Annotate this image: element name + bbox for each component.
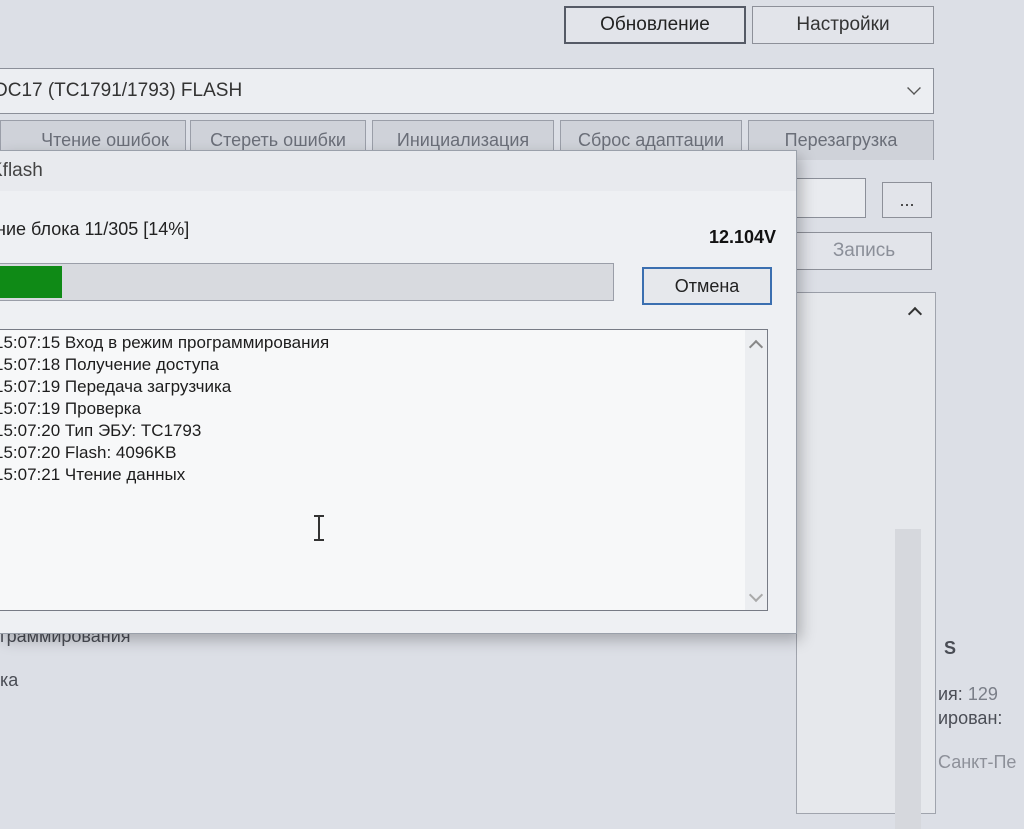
- log-scrollbar[interactable]: [745, 330, 767, 610]
- bg-label: ия:: [938, 684, 963, 704]
- ecu-select[interactable]: DC17 (TC1791/1793) FLASH: [0, 68, 934, 114]
- settings-button[interactable]: Настройки: [752, 6, 934, 44]
- dialog-titlebar[interactable]: Kflash: [0, 151, 796, 191]
- tab-label: Инициализация: [396, 130, 530, 150]
- ecu-select-value: DC17 (TC1791/1793) FLASH: [0, 80, 243, 101]
- chevron-down-icon[interactable]: [748, 587, 764, 603]
- log-line: 15:07:20 Flash: 4096KB: [0, 443, 177, 462]
- bg-text-line: S: [944, 638, 957, 658]
- bg-text-line: ирован:: [938, 708, 1003, 728]
- write-button[interactable]: Запись: [796, 232, 932, 270]
- log-line: 15:07:20 Тип ЭБУ: TC1793: [0, 421, 202, 440]
- update-button[interactable]: Обновление: [564, 6, 746, 44]
- text-cursor-icon: [312, 515, 326, 541]
- voltage-readout: 12.104V: [708, 227, 776, 247]
- log-lines: 15:07:15 Вход в режим программирования 15…: [0, 332, 767, 486]
- tab-label: Стереть ошибки: [210, 130, 346, 150]
- chevron-up-icon[interactable]: [907, 306, 923, 322]
- dialog-title: Kflash: [0, 160, 43, 181]
- chevron-down-icon: [907, 81, 921, 95]
- progress-fill: [0, 266, 62, 298]
- tab-label: Чтение ошибок: [41, 130, 169, 150]
- flash-progress-dialog: Kflash Чтение блока 11/305 [14%] 12.104V…: [0, 150, 797, 634]
- log-line: 15:07:19 Передача загрузчика: [0, 377, 232, 396]
- log-line: 15:07:18 Получение доступа: [0, 355, 220, 374]
- chevron-up-icon[interactable]: [748, 339, 764, 355]
- read-progress-bar: [0, 263, 614, 301]
- log-line: 15:07:19 Проверка: [0, 399, 142, 418]
- info-panel: [796, 292, 936, 829]
- log-output[interactable]: 15:07:15 Вход в режим программирования 15…: [0, 329, 768, 611]
- cancel-button[interactable]: Отмена: [642, 267, 772, 305]
- bg-text-line: ия: 129: [938, 684, 998, 705]
- tab-label: Сброс адаптации: [577, 130, 725, 150]
- bg-text-line: ка: [0, 670, 19, 690]
- bg-value: 129: [967, 684, 998, 704]
- panel-scrollbar[interactable]: [895, 529, 921, 829]
- tab-label: Перезагрузка: [784, 130, 898, 150]
- browse-button[interactable]: ...: [882, 182, 932, 218]
- log-line: 15:07:21 Чтение данных: [0, 465, 186, 484]
- log-line: 15:07:15 Вход в режим программирования: [0, 333, 330, 352]
- bg-text-line: Санкт-Пе: [938, 752, 1017, 772]
- file-path-input[interactable]: [796, 178, 866, 218]
- read-status-text: Чтение блока 11/305 [14%]: [0, 219, 190, 239]
